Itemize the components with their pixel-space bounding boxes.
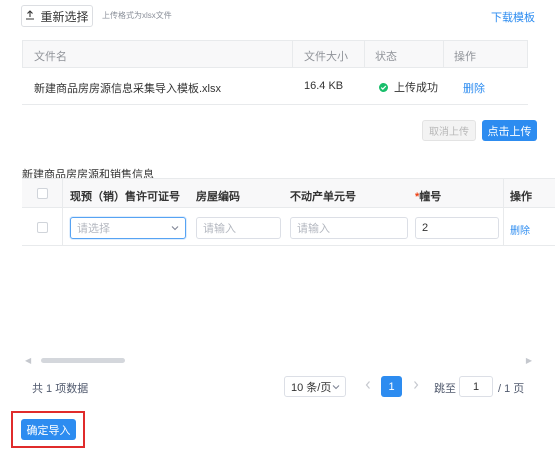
property-unit-header: 不动产单元号 <box>290 191 356 203</box>
next-page-icon[interactable] <box>412 379 420 393</box>
file-table: 文件名 文件大小 状态 操作 新建商品房房源信息采集导入模板.xlsx 16.4… <box>22 40 528 105</box>
horizontal-scrollbar[interactable]: ◀ ▶ <box>22 354 533 366</box>
delete-file-link[interactable]: 删除 <box>463 80 485 96</box>
confirm-import-button[interactable]: 确定导入 <box>21 419 76 440</box>
building-no-value: 2 <box>422 222 429 234</box>
upload-icon <box>25 9 35 23</box>
file-name-header: 文件名 <box>34 51 67 63</box>
scroll-left-icon[interactable]: ◀ <box>25 356 31 365</box>
page-size-select[interactable]: 10 条/页 <box>284 376 346 397</box>
scrollbar-thumb[interactable] <box>41 358 125 363</box>
select-all-checkbox[interactable] <box>37 188 48 199</box>
permit-header: 现预（销）售许可证号 <box>70 191 180 203</box>
permit-select[interactable]: 请选择 <box>70 217 186 239</box>
download-template-link[interactable]: 下载模板 <box>491 9 535 25</box>
success-icon <box>379 82 388 92</box>
table-row: 请选择 请输入 请输入 2 删除 <box>22 208 555 246</box>
cancel-upload-button[interactable]: 取消上传 <box>422 120 476 141</box>
col-divider <box>443 40 444 68</box>
file-status-header: 状态 <box>375 51 397 63</box>
file-size-header: 文件大小 <box>304 51 348 63</box>
chevron-down-icon <box>332 382 340 394</box>
row-checkbox[interactable] <box>37 222 48 233</box>
house-code-placeholder: 请输入 <box>203 223 236 235</box>
upload-hint: 上传格式为xlsx文件 <box>102 11 172 20</box>
chevron-down-icon <box>171 223 179 235</box>
building-no-input[interactable]: 2 <box>415 217 499 239</box>
goto-page-input[interactable]: 1 <box>459 376 493 397</box>
reselect-label: 重新选择 <box>40 9 89 24</box>
file-action-header: 操作 <box>454 51 476 63</box>
house-code-input[interactable]: 请输入 <box>196 217 281 239</box>
goto-label: 跳至 <box>434 383 456 395</box>
page-size-value: 10 条/页 <box>291 381 332 394</box>
upload-status-text: 上传成功 <box>394 82 438 94</box>
scroll-right-icon[interactable]: ▶ <box>526 356 532 365</box>
click-upload-button[interactable]: 点击上传 <box>482 120 537 141</box>
building-no-label: 幢号 <box>419 191 442 203</box>
upload-status: 上传成功 <box>379 79 438 95</box>
file-table-header <box>22 40 528 68</box>
prev-page-icon[interactable] <box>364 379 372 393</box>
building-no-header: *幢号 <box>415 188 441 204</box>
col-divider <box>364 40 365 68</box>
reselect-button[interactable]: 重新选择 <box>21 5 93 27</box>
total-count: 共 1 项数据 <box>32 383 89 395</box>
total-pages: / 1 页 <box>498 383 525 395</box>
file-row: 新建商品房房源信息采集导入模板.xlsx 16.4 KB 上传成功 删除 <box>22 68 528 105</box>
delete-row-link[interactable]: 删除 <box>510 222 530 237</box>
house-code-header: 房屋编码 <box>196 191 240 203</box>
action-header: 操作 <box>510 191 532 203</box>
permit-select-placeholder: 请选择 <box>77 223 110 235</box>
house-table: 现预（销）售许可证号 房屋编码 不动产单元号 *幢号 操作 请选择 请输入 请输… <box>22 178 555 246</box>
file-name: 新建商品房房源信息采集导入模板.xlsx <box>34 83 221 95</box>
file-size: 16.4 KB <box>304 80 344 92</box>
goto-page-value: 1 <box>472 380 480 393</box>
col-divider <box>292 40 293 68</box>
page-1-button[interactable]: 1 <box>381 376 402 397</box>
property-unit-input[interactable]: 请输入 <box>290 217 408 239</box>
property-unit-placeholder: 请输入 <box>297 223 330 235</box>
